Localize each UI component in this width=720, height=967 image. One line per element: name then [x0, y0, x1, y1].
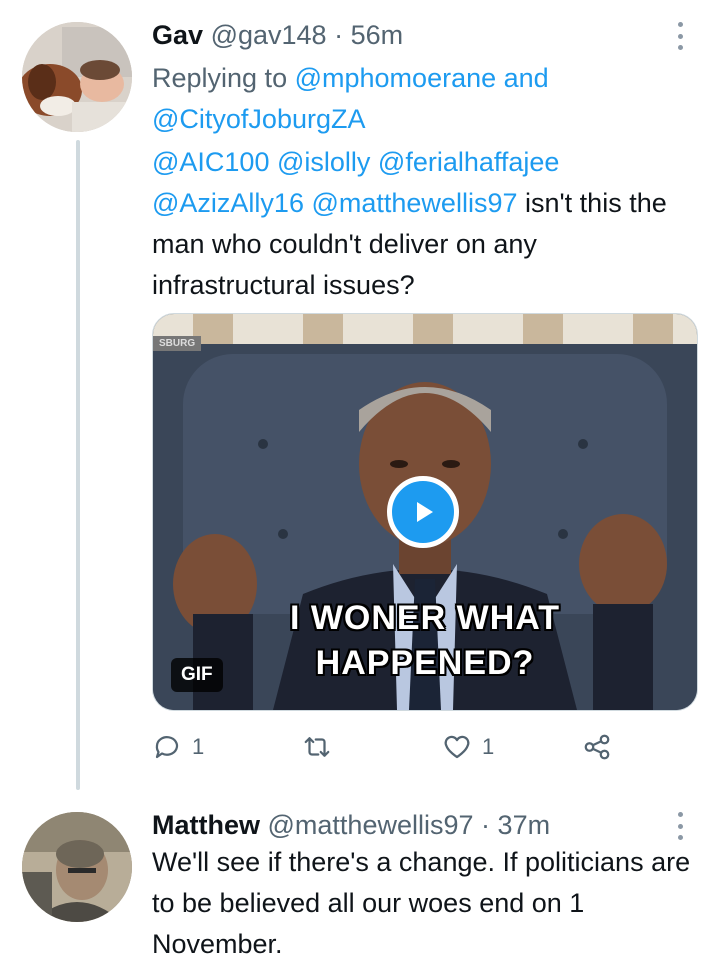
timestamp[interactable]: 56m — [351, 20, 404, 50]
retweet-button[interactable] — [302, 732, 342, 762]
tweet-text: We'll see if there's a change. If politi… — [152, 847, 691, 959]
separator: · — [334, 20, 344, 50]
display-name[interactable]: Matthew — [152, 810, 260, 840]
display-name[interactable]: Gav — [152, 20, 203, 50]
avatar-image — [22, 812, 132, 922]
gif-media[interactable]: SBURG I WONER WHAT HAPPENED? GIF — [152, 313, 698, 711]
avatar[interactable] — [22, 22, 132, 132]
handle[interactable]: @matthewellis97 — [268, 810, 474, 840]
reply-button[interactable]: 1 — [152, 732, 204, 762]
reply-icon — [155, 736, 179, 759]
tweet-text: @AIC100 @islolly @ferialhaffajee @AzizAl… — [152, 142, 692, 306]
more-options-icon[interactable] — [678, 812, 684, 840]
share-button[interactable] — [582, 732, 612, 762]
mention-link[interactable]: @islolly — [277, 147, 370, 177]
watermark-label: SBURG — [153, 336, 202, 351]
gif-caption-line: I WONER WHAT — [289, 599, 561, 637]
more-options-icon[interactable] — [678, 22, 684, 50]
heart-icon — [444, 735, 470, 759]
separator: · — [481, 810, 491, 840]
mention-link[interactable]: @ferialhaffajee — [378, 147, 560, 177]
mention-link[interactable]: @AzizAlly16 — [152, 188, 304, 218]
gif-caption-line: HAPPENED? — [315, 644, 535, 682]
thread-connector-line — [76, 140, 80, 790]
play-button[interactable] — [387, 476, 459, 548]
replying-and[interactable]: and — [504, 63, 549, 93]
play-icon — [417, 502, 433, 522]
handle[interactable]: @gav148 — [211, 20, 327, 50]
replying-to-line: Replying to @mphomoerane and @CityofJobu… — [152, 58, 692, 140]
reply-count: 1 — [192, 734, 205, 759]
replying-to-label: Replying to — [152, 63, 288, 93]
tweet-header: Matthew @matthewellis97 · 37m — [152, 810, 550, 841]
like-button[interactable]: 1 — [442, 732, 494, 762]
retweet-icon — [304, 737, 330, 757]
timestamp[interactable]: 37m — [498, 810, 551, 840]
gif-badge: GIF — [171, 658, 223, 692]
mention-link[interactable]: @CityofJoburgZA — [152, 104, 365, 134]
mention-link[interactable]: @matthewellis97 — [311, 188, 517, 218]
mention-link[interactable]: @AIC100 — [152, 147, 269, 177]
tweet-header: Gav @gav148 · 56m — [152, 20, 403, 51]
mention-link[interactable]: @mphomoerane — [295, 63, 497, 93]
avatar[interactable] — [22, 812, 132, 922]
share-icon — [584, 734, 610, 760]
avatar-image — [22, 22, 132, 132]
like-count: 1 — [482, 734, 495, 759]
tweet-actions: 1 1 — [152, 728, 612, 768]
